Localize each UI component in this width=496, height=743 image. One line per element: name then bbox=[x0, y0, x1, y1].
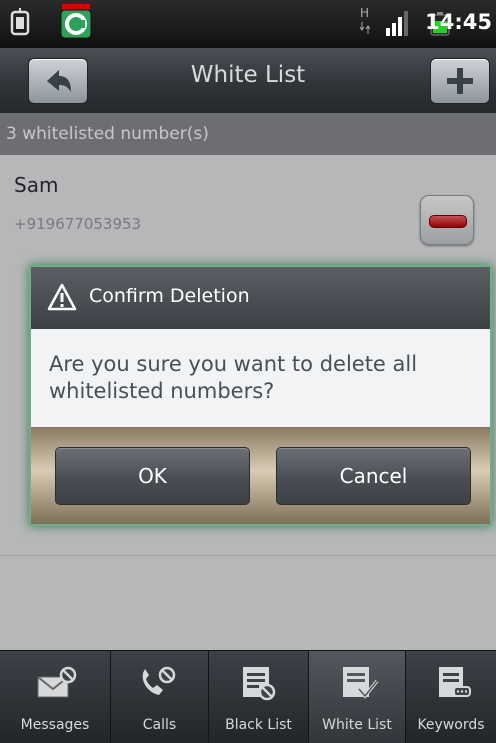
plus-icon bbox=[447, 68, 473, 94]
warning-icon bbox=[47, 283, 77, 311]
comodo-app-icon bbox=[60, 4, 92, 39]
title-bar: White List bbox=[0, 48, 496, 114]
tab-label: Black List bbox=[225, 717, 292, 733]
cancel-button[interactable]: Cancel bbox=[276, 447, 471, 505]
calls-block-icon bbox=[142, 666, 176, 695]
tab-keywords[interactable]: Keywords bbox=[406, 651, 496, 743]
network-arrows-icon bbox=[360, 22, 370, 34]
tab-messages[interactable]: Messages bbox=[0, 651, 111, 743]
tab-black-list[interactable]: Black List bbox=[209, 651, 309, 743]
bottom-tab-bar: Messages Calls Black List White List Key… bbox=[0, 650, 496, 743]
tab-label: Keywords bbox=[417, 717, 485, 733]
ok-button[interactable]: OK bbox=[55, 447, 250, 505]
page-title: White List bbox=[190, 62, 306, 88]
tab-label: Calls bbox=[142, 717, 177, 733]
white-list-icon bbox=[343, 667, 379, 699]
android-debug-icon bbox=[10, 8, 30, 36]
tab-white-list[interactable]: White List bbox=[309, 651, 406, 743]
dialog-body: Are you sure you want to delete all whit… bbox=[31, 329, 490, 427]
status-time: 14:45 bbox=[425, 10, 492, 34]
black-list-icon bbox=[243, 667, 276, 701]
dialog-title: Confirm Deletion bbox=[89, 285, 250, 307]
tab-calls[interactable]: Calls bbox=[111, 651, 209, 743]
dialog-message: Are you sure you want to delete all whit… bbox=[49, 352, 418, 403]
tab-label: Messages bbox=[20, 717, 90, 733]
dialog-buttons: OK Cancel bbox=[31, 427, 490, 524]
dialog-header: Confirm Deletion bbox=[31, 267, 490, 329]
tab-label: White List bbox=[322, 717, 392, 733]
network-type-label: H bbox=[360, 6, 370, 20]
status-bar: H 14:45 bbox=[0, 0, 496, 48]
add-number-button[interactable] bbox=[430, 58, 490, 104]
messages-block-icon bbox=[37, 666, 77, 698]
confirm-deletion-dialog: Confirm Deletion Are you sure you want t… bbox=[29, 265, 492, 526]
keywords-icon bbox=[439, 667, 471, 697]
signal-strength-icon bbox=[386, 11, 408, 36]
